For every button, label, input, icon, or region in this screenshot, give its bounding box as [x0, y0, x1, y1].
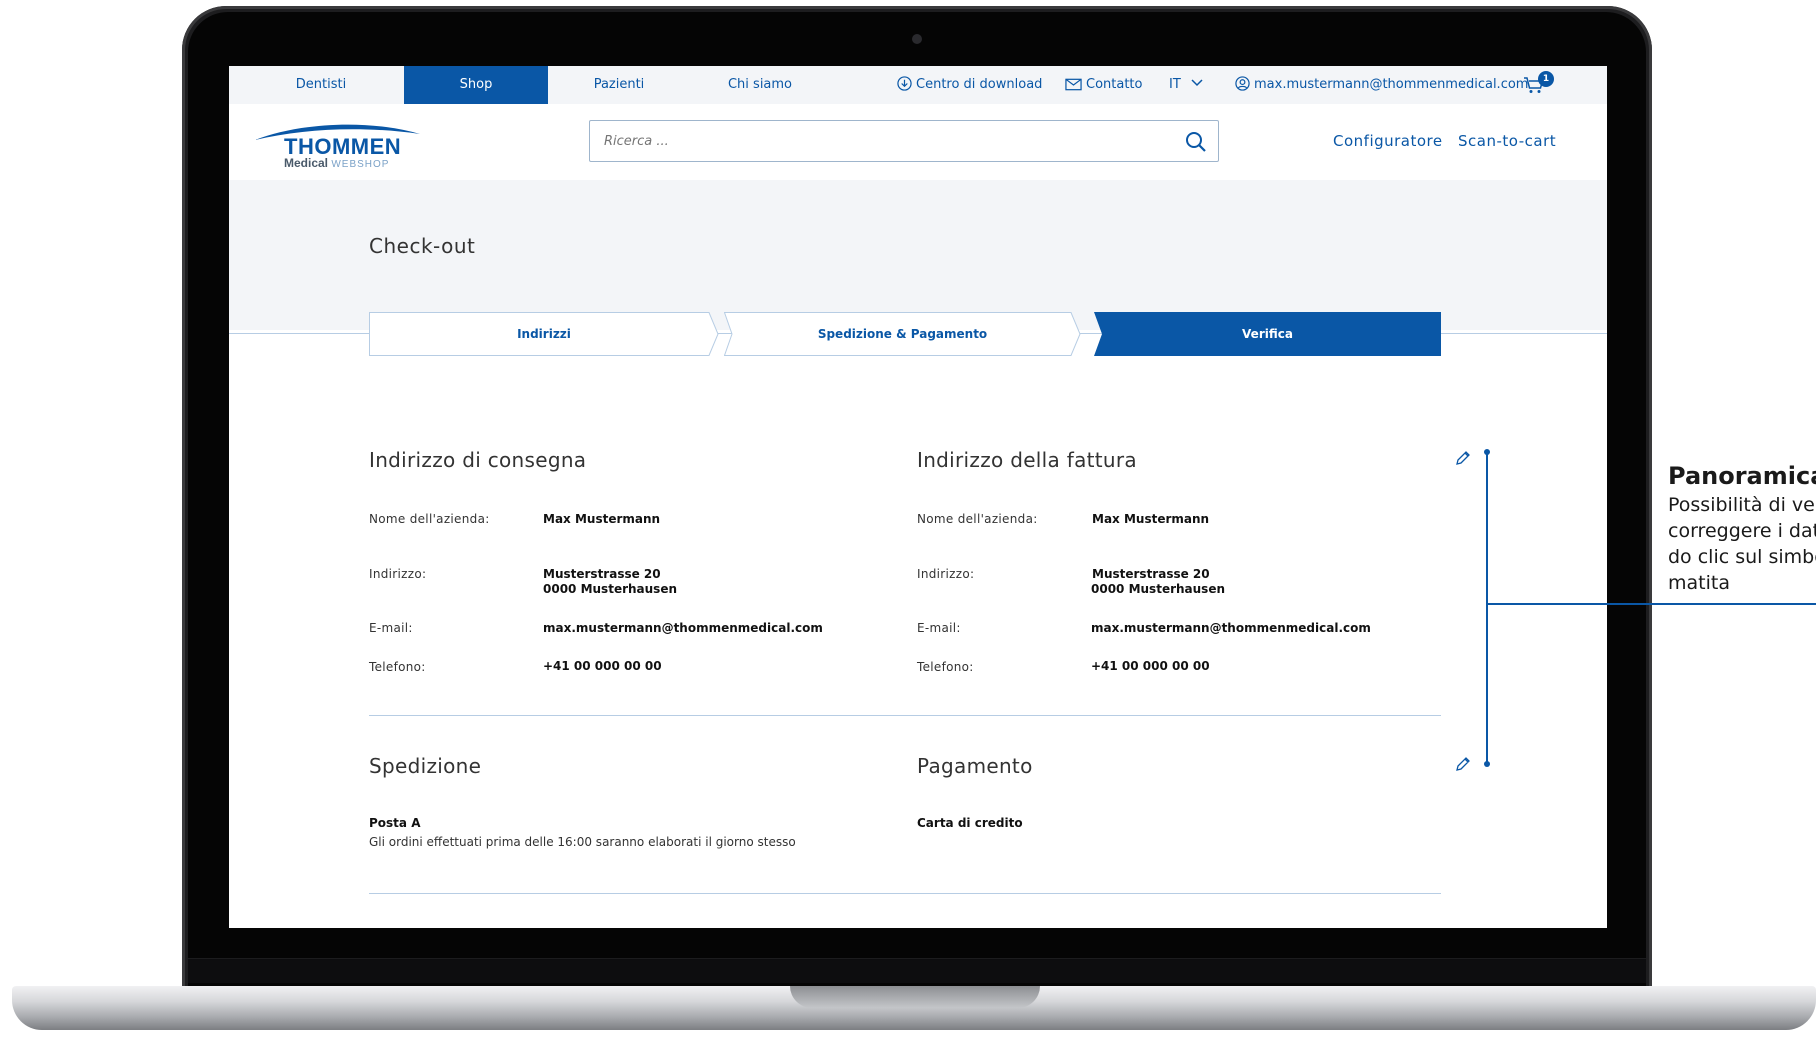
billing-city-value: 0000 Musterhausen [1091, 582, 1226, 596]
chevron-down-icon [1191, 79, 1203, 87]
delivery-phone-label: Telefono: [369, 660, 426, 674]
cart-button[interactable]: 1 [1523, 66, 1559, 104]
step-label: Verifica [1242, 327, 1293, 341]
page-title: Check-out [369, 234, 476, 258]
language-selector[interactable]: IT [1169, 66, 1207, 104]
nav-item-chi-siamo[interactable]: Chi siamo [695, 66, 825, 104]
step-label: Spedizione & Pagamento [817, 327, 988, 341]
mail-icon [1065, 78, 1082, 91]
logo-subtitle: Medical WEBSHOP [284, 156, 389, 170]
logo-sub-bold: Medical [284, 156, 329, 170]
header: THOMMEN Medical WEBSHOP Configuratore Sc… [229, 104, 1607, 180]
scan-to-cart-link[interactable]: Scan-to-cart [1458, 132, 1556, 150]
delivery-street-value: Musterstrasse 20 [543, 567, 661, 581]
annotation-line: do clic sul simbo [1668, 546, 1816, 568]
cart-count-badge: 1 [1538, 71, 1554, 87]
delivery-city-value: 0000 Musterhausen [543, 582, 678, 596]
step-label: Indirizzi [517, 327, 571, 341]
download-center-link[interactable]: Centro di download [897, 66, 1042, 104]
user-icon [1235, 76, 1250, 91]
annotation-text: Possibilità di ve correggere i dat do cl… [1668, 492, 1816, 596]
delivery-company-value: Max Mustermann [543, 512, 661, 526]
step-shipping-payment[interactable]: Spedizione & Pagamento [724, 312, 1081, 356]
top-navigation: Dentisti Shop Pazienti Chi siamo Centro … [229, 66, 1607, 104]
laptop-lid-bottom [188, 958, 1646, 983]
annotation-bracket [1486, 452, 1488, 764]
delivery-address-title: Indirizzo di consegna [369, 448, 587, 472]
user-email: max.mustermann@thommenmedical.com [1254, 77, 1529, 92]
billing-phone-label: Telefono: [917, 660, 974, 674]
shipping-title: Spedizione [369, 754, 482, 778]
language-label: IT [1169, 77, 1181, 92]
search-icon[interactable] [1185, 131, 1207, 153]
shipping-method: Posta A [369, 816, 421, 830]
billing-address-title: Indirizzo della fattura [917, 448, 1137, 472]
step-addresses[interactable]: Indirizzi [369, 312, 719, 356]
section-divider-bottom [369, 893, 1441, 894]
billing-email-value: max.mustermann@thommenmedical.com [1091, 621, 1371, 635]
shipping-note: Gli ordini effettuati prima delle 16:00 … [369, 835, 796, 849]
user-account-link[interactable]: max.mustermann@thommenmedical.com [1235, 66, 1528, 104]
billing-street-value: Musterstrasse 20 [1092, 567, 1210, 581]
camera [912, 34, 922, 44]
screen: Dentisti Shop Pazienti Chi siamo Centro … [229, 66, 1607, 928]
nav-item-shop[interactable]: Shop [404, 66, 548, 104]
logo[interactable]: THOMMEN Medical WEBSHOP [255, 120, 435, 170]
download-center-label: Centro di download [916, 77, 1043, 92]
billing-address-label: Indirizzo: [917, 567, 975, 581]
delivery-phone-value: +41 00 000 00 00 [543, 659, 662, 673]
annotation-line: correggere i dat [1668, 520, 1816, 542]
billing-email-label: E-mail: [917, 621, 961, 635]
edit-addresses-pencil-icon[interactable] [1454, 449, 1472, 467]
bracket-dot-bottom [1484, 761, 1490, 767]
billing-phone-value: +41 00 000 00 00 [1091, 659, 1210, 673]
bracket-dot-top [1484, 449, 1490, 455]
nav-item-dentisti[interactable]: Dentisti [263, 66, 379, 104]
search-input[interactable] [589, 120, 1219, 162]
annotation-title: Panoramica [1668, 462, 1816, 490]
billing-company-value: Max Mustermann [1092, 512, 1210, 526]
configurator-link[interactable]: Configuratore [1333, 132, 1443, 150]
annotation-leader-line [1486, 603, 1816, 605]
logo-sub-light: WEBSHOP [331, 159, 390, 170]
edit-shipping-pencil-icon[interactable] [1454, 755, 1472, 773]
contact-link[interactable]: Contatto [1065, 66, 1142, 104]
payment-title: Pagamento [917, 754, 1033, 778]
laptop-notch [790, 986, 1040, 1008]
payment-method: Carta di credito [917, 816, 1023, 830]
delivery-email-value: max.mustermann@thommenmedical.com [543, 621, 823, 635]
delivery-company-label: Nome dell'azienda: [369, 512, 490, 526]
contact-label: Contatto [1086, 77, 1143, 92]
section-divider [369, 715, 1441, 716]
billing-company-label: Nome dell'azienda: [917, 512, 1038, 526]
nav-item-pazienti[interactable]: Pazienti [565, 66, 673, 104]
delivery-email-label: E-mail: [369, 621, 413, 635]
annotation-line: Possibilità di ve [1668, 494, 1815, 516]
step-verify[interactable]: Verifica [1094, 312, 1441, 356]
delivery-address-label: Indirizzo: [369, 567, 427, 581]
annotation-line: matita [1668, 572, 1730, 594]
download-icon [897, 76, 912, 91]
